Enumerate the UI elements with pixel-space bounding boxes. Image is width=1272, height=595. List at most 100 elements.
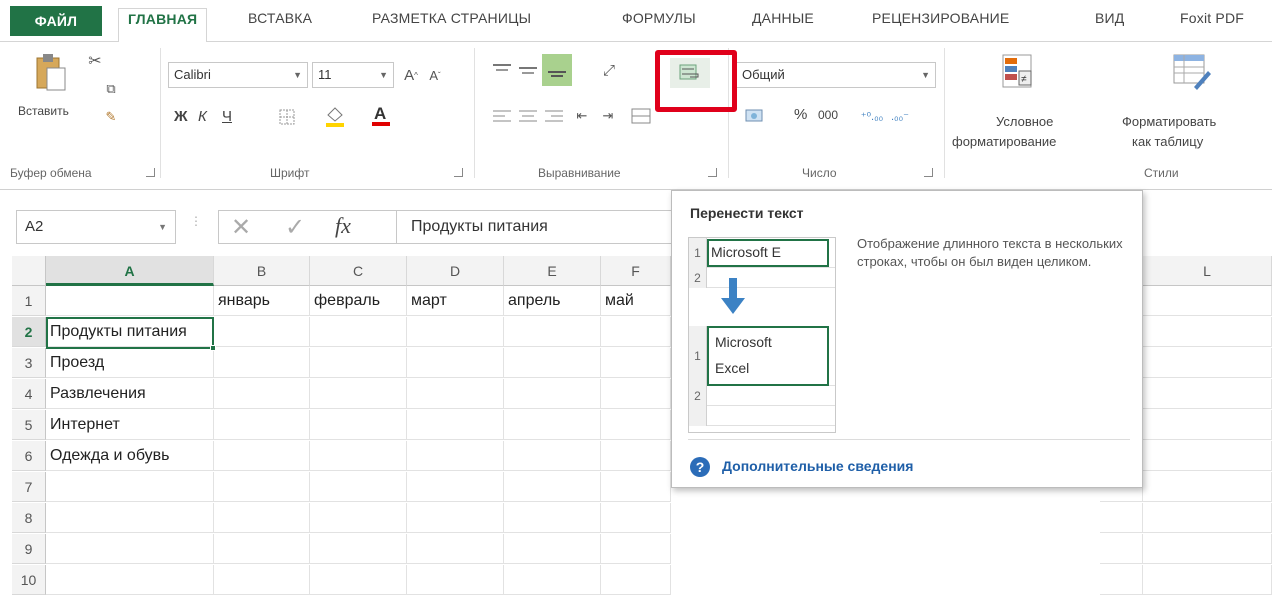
table-cell[interactable] xyxy=(407,565,504,595)
table-cell[interactable] xyxy=(214,317,310,347)
table-cell[interactable] xyxy=(407,472,504,502)
enter-icon[interactable]: ✓ xyxy=(285,213,305,242)
percent-style-button[interactable]: % xyxy=(794,106,807,123)
table-cell[interactable]: Проезд xyxy=(46,348,214,378)
table-cell[interactable] xyxy=(1143,534,1272,564)
table-cell[interactable] xyxy=(1143,286,1272,316)
table-cell[interactable] xyxy=(1143,441,1272,471)
font-color-icon[interactable]: A xyxy=(368,102,394,128)
format-as-table-label-1[interactable]: Форматировать xyxy=(1122,114,1216,129)
tab-home[interactable]: ГЛАВНАЯ xyxy=(118,8,208,43)
decrease-font-icon[interactable]: Aˇ xyxy=(424,62,446,88)
table-cell[interactable] xyxy=(601,348,671,378)
table-cell[interactable] xyxy=(214,565,310,595)
table-cell[interactable] xyxy=(214,410,310,440)
decrease-decimal-icon[interactable]: .₀₀⁻ xyxy=(888,104,912,128)
column-header-c[interactable]: C xyxy=(310,256,407,286)
table-cell[interactable] xyxy=(407,348,504,378)
table-cell[interactable] xyxy=(1100,565,1143,595)
tab-foxit-pdf[interactable]: Foxit PDF xyxy=(1180,10,1244,26)
tab-formulas[interactable]: ФОРМУЛЫ xyxy=(622,10,696,26)
table-cell[interactable] xyxy=(407,534,504,564)
table-cell[interactable] xyxy=(310,379,407,409)
row-header[interactable]: 5 xyxy=(12,410,46,440)
format-as-table-label-2[interactable]: как таблицу xyxy=(1132,134,1203,149)
table-cell[interactable] xyxy=(1143,379,1272,409)
table-cell[interactable] xyxy=(601,503,671,533)
conditional-formatting-icon[interactable]: ≠ xyxy=(998,50,1038,94)
table-cell[interactable]: Одежда и обувь xyxy=(46,441,214,471)
table-cell[interactable] xyxy=(310,348,407,378)
table-cell[interactable] xyxy=(214,472,310,502)
fill-color-icon[interactable] xyxy=(322,104,348,128)
align-top-icon[interactable] xyxy=(490,58,514,82)
row-header[interactable]: 9 xyxy=(12,534,46,564)
column-header-d[interactable]: D xyxy=(407,256,504,286)
number-dialog-launcher-icon[interactable] xyxy=(924,168,933,177)
insert-function-icon[interactable]: fx xyxy=(335,213,351,239)
paste-button-label[interactable]: Вставить xyxy=(18,104,69,118)
table-cell[interactable] xyxy=(407,441,504,471)
table-cell[interactable] xyxy=(504,534,601,564)
number-format-combo[interactable]: Общий ▼ xyxy=(736,62,936,88)
table-cell[interactable] xyxy=(214,534,310,564)
row-header[interactable]: 8 xyxy=(12,503,46,533)
table-cell[interactable]: январь xyxy=(214,286,310,316)
more-info-link[interactable]: Дополнительные сведения xyxy=(722,458,913,474)
table-cell[interactable] xyxy=(601,472,671,502)
borders-icon[interactable] xyxy=(276,106,298,128)
align-center-icon[interactable] xyxy=(516,104,540,128)
help-icon[interactable]: ? xyxy=(690,457,710,477)
table-cell[interactable] xyxy=(504,503,601,533)
table-cell[interactable]: февраль xyxy=(310,286,407,316)
cancel-icon[interactable]: ✕ xyxy=(231,213,251,242)
table-cell[interactable] xyxy=(407,503,504,533)
orientation-icon[interactable]: ⤢ xyxy=(594,58,624,82)
table-cell[interactable] xyxy=(601,534,671,564)
table-cell[interactable] xyxy=(504,410,601,440)
table-cell[interactable] xyxy=(1100,503,1143,533)
column-header-e[interactable]: E xyxy=(504,256,601,286)
fill-handle[interactable] xyxy=(210,345,216,351)
table-cell[interactable] xyxy=(310,410,407,440)
table-cell[interactable] xyxy=(214,348,310,378)
table-cell[interactable] xyxy=(601,410,671,440)
table-cell[interactable] xyxy=(504,348,601,378)
increase-font-icon[interactable]: A ^ xyxy=(400,62,422,88)
table-cell[interactable] xyxy=(1143,565,1272,595)
underline-button[interactable]: Ч xyxy=(222,108,232,125)
align-middle-icon[interactable] xyxy=(516,58,540,82)
column-header-a[interactable]: A xyxy=(46,256,214,286)
row-header[interactable]: 4 xyxy=(12,379,46,409)
table-cell[interactable] xyxy=(407,379,504,409)
table-cell[interactable] xyxy=(407,410,504,440)
table-cell[interactable]: март xyxy=(407,286,504,316)
formula-input[interactable]: Продукты питания xyxy=(396,210,696,244)
name-box[interactable]: A2 ▼ xyxy=(16,210,176,244)
column-header-b[interactable]: B xyxy=(214,256,310,286)
table-cell[interactable] xyxy=(504,472,601,502)
table-cell[interactable] xyxy=(601,565,671,595)
italic-button[interactable]: К xyxy=(198,108,207,125)
format-painter-icon[interactable]: ✎ xyxy=(100,106,122,128)
table-cell[interactable] xyxy=(1143,317,1272,347)
currency-icon[interactable] xyxy=(740,104,770,128)
table-cell[interactable] xyxy=(310,534,407,564)
table-cell[interactable] xyxy=(310,472,407,502)
table-cell[interactable] xyxy=(504,379,601,409)
merge-center-icon[interactable] xyxy=(626,104,656,128)
table-cell[interactable] xyxy=(310,317,407,347)
font-name-combo[interactable]: Calibri ▼ xyxy=(168,62,308,88)
column-header-f[interactable]: F xyxy=(601,256,671,286)
table-cell[interactable] xyxy=(601,441,671,471)
table-cell[interactable] xyxy=(214,379,310,409)
table-cell[interactable] xyxy=(46,472,214,502)
row-header[interactable]: 3 xyxy=(12,348,46,378)
table-cell[interactable] xyxy=(407,317,504,347)
comma-style-button[interactable]: 000 xyxy=(818,108,838,122)
row-header[interactable]: 7 xyxy=(12,472,46,502)
table-cell[interactable]: май xyxy=(601,286,671,316)
table-cell[interactable] xyxy=(601,317,671,347)
increase-decimal-icon[interactable]: ⁺⁰.₀₀ xyxy=(860,104,884,128)
table-cell[interactable] xyxy=(504,565,601,595)
